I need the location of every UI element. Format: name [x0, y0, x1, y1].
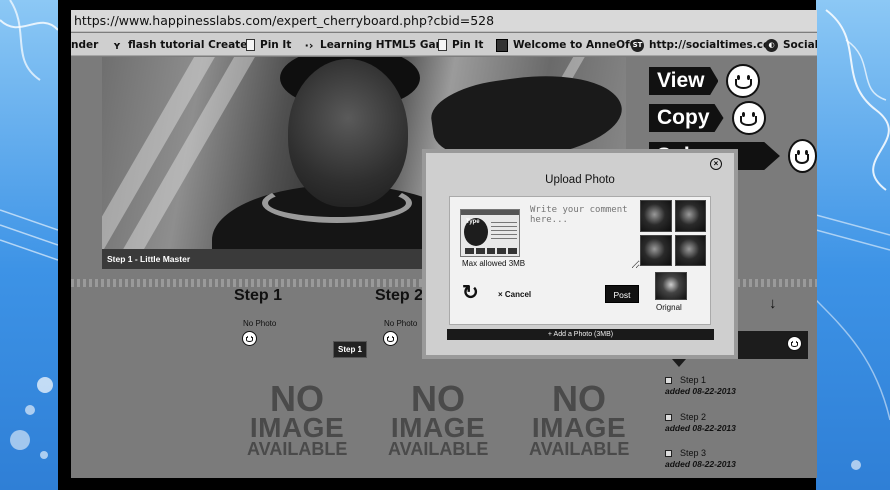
bookmark-item[interactable]: Pin It [438, 37, 483, 53]
no-image-placeholder: NO IMAGE AVAILABLE [388, 378, 489, 459]
original-label: Orignal [656, 303, 682, 312]
filter-thumbnail[interactable] [674, 234, 706, 266]
checkbox[interactable] [665, 376, 672, 384]
smiley-icon[interactable] [383, 331, 398, 346]
smiley-icon [726, 64, 761, 98]
refresh-icon[interactable]: ↻ [462, 283, 479, 303]
selected-photo-thumbnail[interactable]: Type [460, 209, 520, 257]
bookmark-label: Pin It [260, 39, 292, 51]
bookmark-label: Pin It [452, 39, 484, 51]
bookmark-label: http://socialtimes.cc [649, 39, 770, 51]
cancel-button[interactable]: × Cancel [498, 290, 531, 299]
smiley-icon [731, 101, 766, 135]
bookmark-item[interactable]: ʏ flash tutorial Create [111, 37, 247, 53]
document-icon [246, 39, 255, 51]
max-size-label: Max allowed 3MB [462, 259, 526, 268]
add-photo-button[interactable]: + Add a Photo (3MB) [447, 329, 714, 340]
filter-thumbnail[interactable] [640, 234, 672, 266]
filter-thumbnail[interactable] [640, 200, 672, 232]
bookmark-item[interactable]: Welcome to AnneOfC [496, 37, 637, 53]
bookmark-label: Learning HTML5 Gan [320, 39, 444, 51]
square-logo-icon [496, 38, 508, 52]
smiley-icon [787, 139, 817, 173]
copy-button[interactable]: Copy [649, 101, 766, 135]
bookmark-item[interactable]: Pin It [246, 37, 291, 53]
no-image-placeholder: NO IMAGE AVAILABLE [529, 378, 630, 459]
left-decorative-panel [0, 0, 58, 490]
page-content: Step 1 - Little Master View Copy Sub Sto… [71, 57, 817, 478]
bookmark-item[interactable]: ·› Learning HTML5 Gan [303, 37, 443, 53]
bookmark-item[interactable]: ◐ Social I [765, 37, 817, 53]
social-logo-icon: ◐ [765, 38, 778, 52]
screen: https://www.happinesslabs.com/expert_che… [71, 10, 817, 478]
checkbox[interactable] [665, 449, 672, 457]
original-thumbnail[interactable] [655, 272, 687, 300]
no-photo-label: No Photo [243, 319, 277, 328]
bookmark-label: Social I [783, 39, 817, 51]
close-icon[interactable]: × [710, 158, 722, 170]
view-button[interactable]: View [649, 64, 761, 98]
v-logo-icon: ʏ [113, 38, 121, 52]
list-item[interactable]: Step 1 added 08-22-2013 [665, 375, 736, 396]
bookmark-label: flash tutorial Create [128, 39, 248, 51]
step-badge[interactable]: Step 1 [333, 341, 368, 358]
upload-panel: Type Max allowed 3MB Orignal ↻ [449, 196, 711, 325]
right-decorative-panel [816, 0, 890, 490]
list-item[interactable]: Step 3 added 08-22-2013 [665, 448, 736, 469]
st-logo-icon: ST [631, 38, 644, 52]
checkbox[interactable] [665, 413, 672, 421]
post-button[interactable]: Post [605, 285, 639, 303]
comment-input[interactable] [530, 205, 640, 269]
dots-arrow-icon: ·› [304, 38, 314, 52]
filter-thumbnails [640, 200, 706, 266]
upload-photo-modal: × Upload Photo Type Max allowed 3MB Writ… [422, 149, 738, 359]
bookmark-item[interactable]: nder [71, 37, 98, 53]
address-bar[interactable]: https://www.happinesslabs.com/expert_che… [71, 10, 817, 32]
bookmark-item[interactable]: ST http://socialtimes.cc [631, 37, 769, 53]
step-title: Step 1 [234, 287, 283, 304]
smiley-icon[interactable] [787, 336, 802, 351]
bookmark-label: Welcome to AnneOfC [513, 39, 638, 51]
no-image-placeholder: NO IMAGE AVAILABLE [247, 378, 348, 459]
bookmark-label: nder [71, 39, 99, 51]
document-icon [438, 39, 447, 51]
arrow-down-icon[interactable]: ↓ [769, 295, 777, 312]
monitor-frame: https://www.happinesslabs.com/expert_che… [58, 0, 817, 490]
bookmarks-bar: nder ʏ flash tutorial Create Pin It ·› L… [71, 33, 817, 56]
modal-title: Upload Photo [545, 174, 615, 186]
list-item[interactable]: Step 2 added 08-22-2013 [665, 412, 736, 433]
smiley-icon[interactable] [242, 331, 257, 346]
filter-thumbnail[interactable] [674, 200, 706, 232]
